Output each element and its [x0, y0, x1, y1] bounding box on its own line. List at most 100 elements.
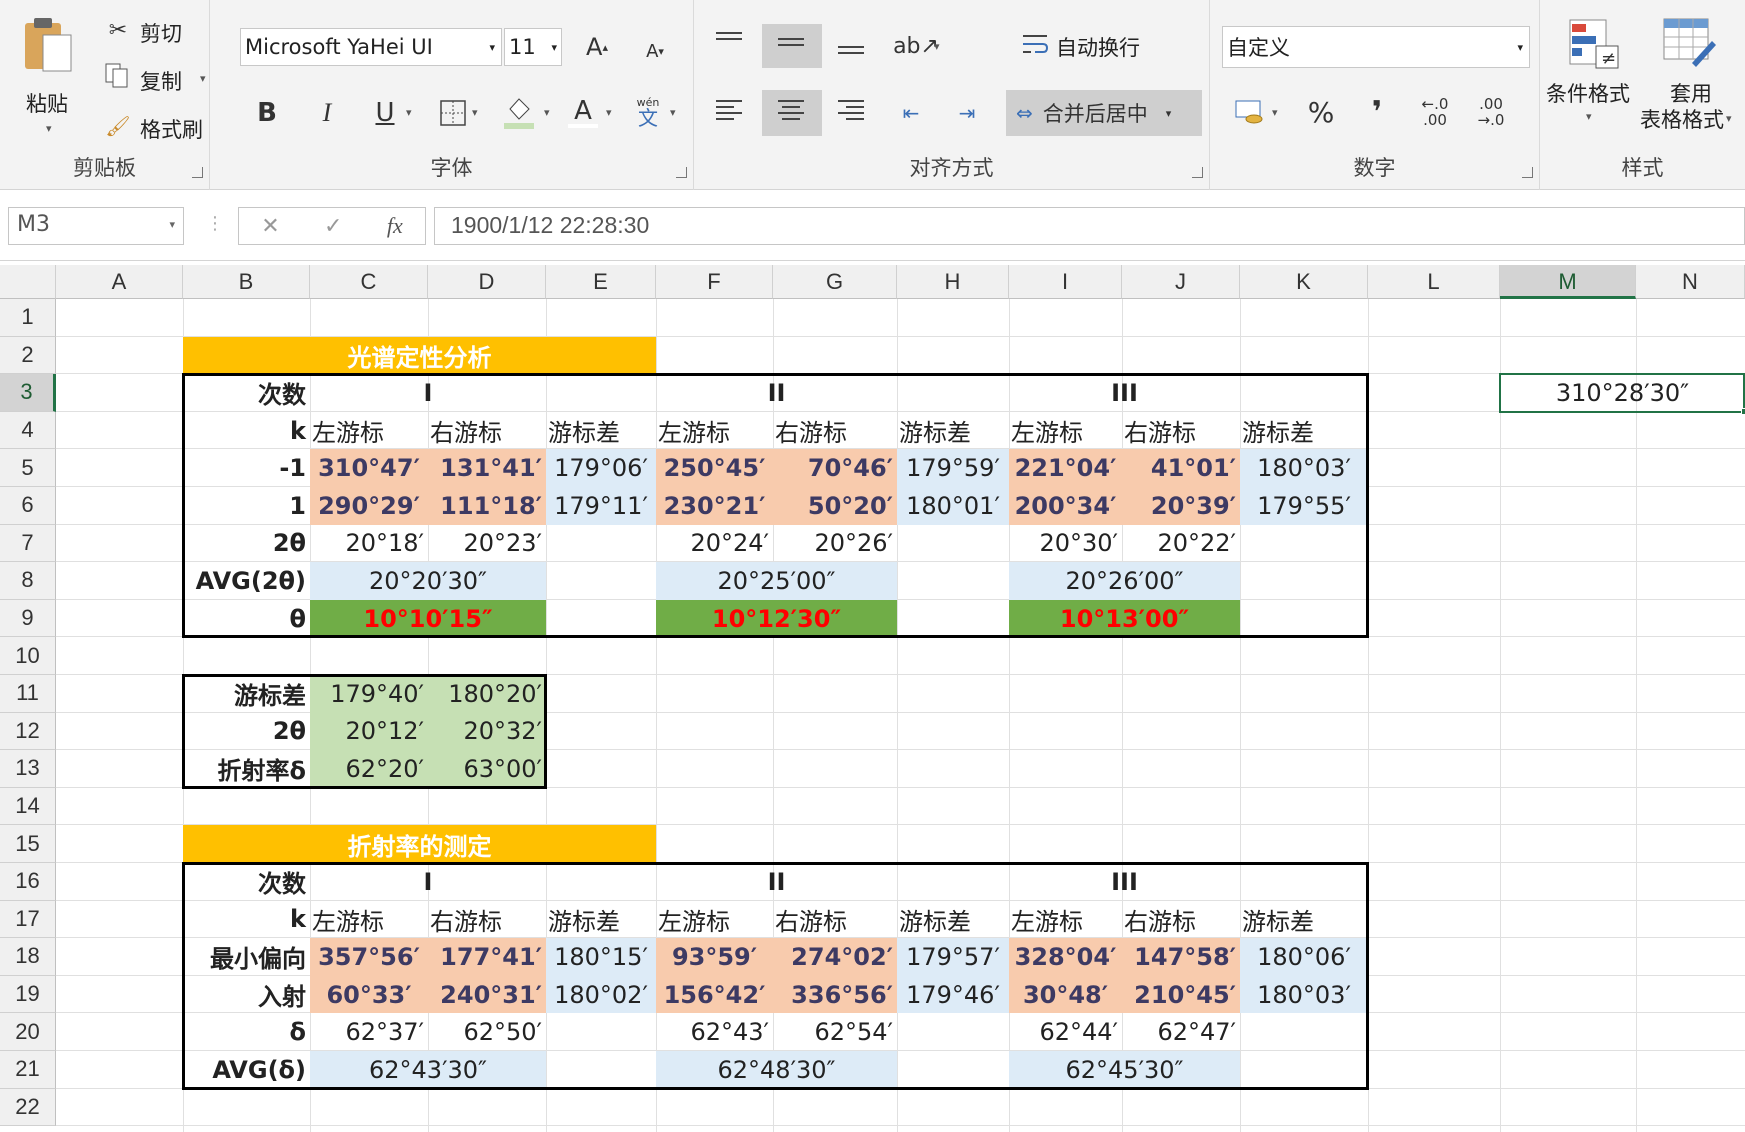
align-center-icon[interactable]	[762, 90, 822, 136]
table2-label[interactable]: 游标差	[183, 675, 310, 713]
table2-value[interactable]: 63°00′	[428, 750, 546, 788]
column-header-A[interactable]: A	[56, 265, 183, 299]
vernier-header[interactable]: 右游标	[428, 412, 546, 450]
number-format-select[interactable]: 自定义 ▾	[1222, 26, 1530, 68]
reading-cell[interactable]: 230°21′	[656, 487, 773, 525]
shrink-font-icon[interactable]: A ▾	[638, 34, 672, 68]
avg-two-theta-cell[interactable]: 20°26′00″	[1009, 562, 1240, 600]
reading-cell[interactable]: 180°06′	[1240, 938, 1368, 976]
avg-delta-cell[interactable]: 62°48′30″	[656, 1051, 897, 1089]
group-I[interactable]: I	[310, 374, 546, 412]
fill-handle[interactable]	[1741, 407, 1745, 415]
decrease-indent-icon[interactable]: ⇤	[894, 98, 928, 128]
increase-decimal-icon[interactable]: ←.0.00	[1412, 92, 1458, 132]
reading-cell[interactable]: 179°55′	[1240, 487, 1368, 525]
group-II[interactable]: II	[656, 374, 897, 412]
label-avg-delta[interactable]: AVG(δ)	[183, 1051, 310, 1089]
reading-cell[interactable]: 147°58′	[1122, 938, 1240, 976]
reading-cell[interactable]: 41°01′	[1122, 449, 1240, 487]
vernier-header[interactable]: 游标差	[546, 412, 656, 450]
font-launcher-icon[interactable]	[676, 167, 687, 178]
orientation-dropdown-icon[interactable]: ▾	[934, 40, 940, 53]
row-header-15[interactable]: 15	[0, 825, 56, 863]
orientation-icon[interactable]: ab↗	[893, 30, 939, 62]
column-header-I[interactable]: I	[1009, 265, 1122, 299]
reading-cell[interactable]: 60°33′	[310, 975, 428, 1014]
delta-cell[interactable]: 62°54′	[773, 1013, 897, 1051]
delta-cell[interactable]: 62°37′	[310, 1013, 428, 1051]
copy-dropdown-icon[interactable]: ▾	[200, 72, 206, 85]
delta-cell[interactable]: 62°43′	[656, 1013, 773, 1051]
delta-cell[interactable]: 62°50′	[428, 1013, 546, 1051]
format-as-table-icon[interactable]	[1660, 16, 1720, 72]
column-header-E[interactable]: E	[546, 265, 656, 299]
decrease-decimal-icon[interactable]: .00 →.0	[1468, 92, 1514, 132]
row-header-1[interactable]: 1	[0, 299, 56, 337]
row-header-12[interactable]: 12	[0, 712, 56, 751]
percent-icon[interactable]: %	[1304, 94, 1338, 130]
two-theta-cell[interactable]: 20°22′	[1122, 525, 1240, 563]
formula-input[interactable]: 1900/1/12 22:28:30	[434, 207, 1745, 245]
reading-cell[interactable]: 156°42′	[656, 975, 773, 1014]
reading-cell[interactable]: 250°45′	[656, 449, 773, 487]
row-header-16[interactable]: 16	[0, 863, 56, 901]
label-minus1[interactable]: -1	[183, 449, 310, 487]
clipboard-launcher-icon[interactable]	[192, 167, 203, 178]
phonetic-icon[interactable]: wén 文	[630, 92, 666, 132]
vernier-header[interactable]: 游标差	[1240, 412, 1368, 450]
row-header-3[interactable]: 3	[0, 374, 56, 412]
reading-cell[interactable]: 274°02′	[773, 938, 897, 976]
row-header-9[interactable]: 9	[0, 599, 56, 638]
row-header-17[interactable]: 17	[0, 900, 56, 939]
column-header-J[interactable]: J	[1122, 265, 1240, 299]
column-header-K[interactable]: K	[1240, 265, 1368, 299]
row-header-8[interactable]: 8	[0, 562, 56, 600]
merge-center-button[interactable]: ⇔ 合并后居中 ▾	[1006, 90, 1202, 136]
row-header-4[interactable]: 4	[0, 411, 56, 450]
label-1[interactable]: 1	[183, 487, 310, 525]
reading-cell[interactable]: 180°02′	[546, 975, 656, 1014]
vernier-header[interactable]: 右游标	[1122, 412, 1240, 450]
row-header-20[interactable]: 20	[0, 1013, 56, 1051]
column-header-D[interactable]: D	[428, 265, 546, 299]
vernier-header[interactable]: 右游标	[773, 901, 897, 939]
scissors-icon[interactable]: ✂	[104, 16, 132, 44]
copy-button[interactable]: 复制	[140, 66, 182, 96]
phonetic-dropdown-icon[interactable]: ▾	[670, 106, 676, 119]
label-k[interactable]: k	[183, 412, 310, 450]
align-left-icon[interactable]	[716, 96, 746, 136]
vernier-header[interactable]: 左游标	[1009, 412, 1122, 450]
row-header-22[interactable]: 22	[0, 1088, 56, 1127]
table2-value[interactable]: 179°40′	[310, 675, 428, 713]
column-header-N[interactable]: N	[1636, 265, 1745, 299]
number-launcher-icon[interactable]	[1522, 167, 1533, 178]
vernier-header[interactable]: 右游标	[1122, 901, 1240, 939]
column-header-H[interactable]: H	[897, 265, 1009, 299]
vernier-header[interactable]: 左游标	[310, 901, 428, 939]
table2-label[interactable]: 折射率δ	[183, 750, 310, 788]
conditional-format-icon[interactable]: ≠	[1566, 16, 1622, 72]
reading-cell[interactable]: 240°31′	[428, 975, 546, 1014]
reading-cell[interactable]: 290°29′	[310, 487, 428, 525]
row-header-5[interactable]: 5	[0, 449, 56, 487]
label-incidence[interactable]: 入射	[183, 976, 310, 1014]
avg-delta-cell[interactable]: 62°45′30″	[1009, 1051, 1240, 1089]
reading-cell[interactable]: 179°46′	[897, 975, 1009, 1014]
row-header-18[interactable]: 18	[0, 938, 56, 976]
avg-two-theta-cell[interactable]: 20°20′30″	[310, 562, 546, 600]
column-header-G[interactable]: G	[773, 265, 897, 299]
column-header-F[interactable]: F	[656, 265, 773, 299]
align-middle-icon[interactable]	[762, 24, 822, 68]
cell-M3[interactable]: 310°28′30″	[1500, 374, 1745, 412]
insert-function-icon[interactable]: fx	[387, 213, 403, 239]
reading-cell[interactable]: 179°59′	[897, 449, 1009, 487]
vernier-header[interactable]: 游标差	[897, 412, 1009, 450]
reading-cell[interactable]: 180°01′	[897, 487, 1009, 525]
accounting-dropdown-icon[interactable]: ▾	[1272, 106, 1278, 119]
vernier-header[interactable]: 游标差	[546, 901, 656, 939]
bold-icon[interactable]: B	[252, 96, 282, 130]
font-color-icon[interactable]: A	[568, 94, 598, 130]
format-painter-button[interactable]: 格式刷	[140, 114, 203, 144]
reading-cell[interactable]: 336°56′	[773, 975, 897, 1014]
reading-cell[interactable]: 180°03′	[1240, 449, 1368, 487]
